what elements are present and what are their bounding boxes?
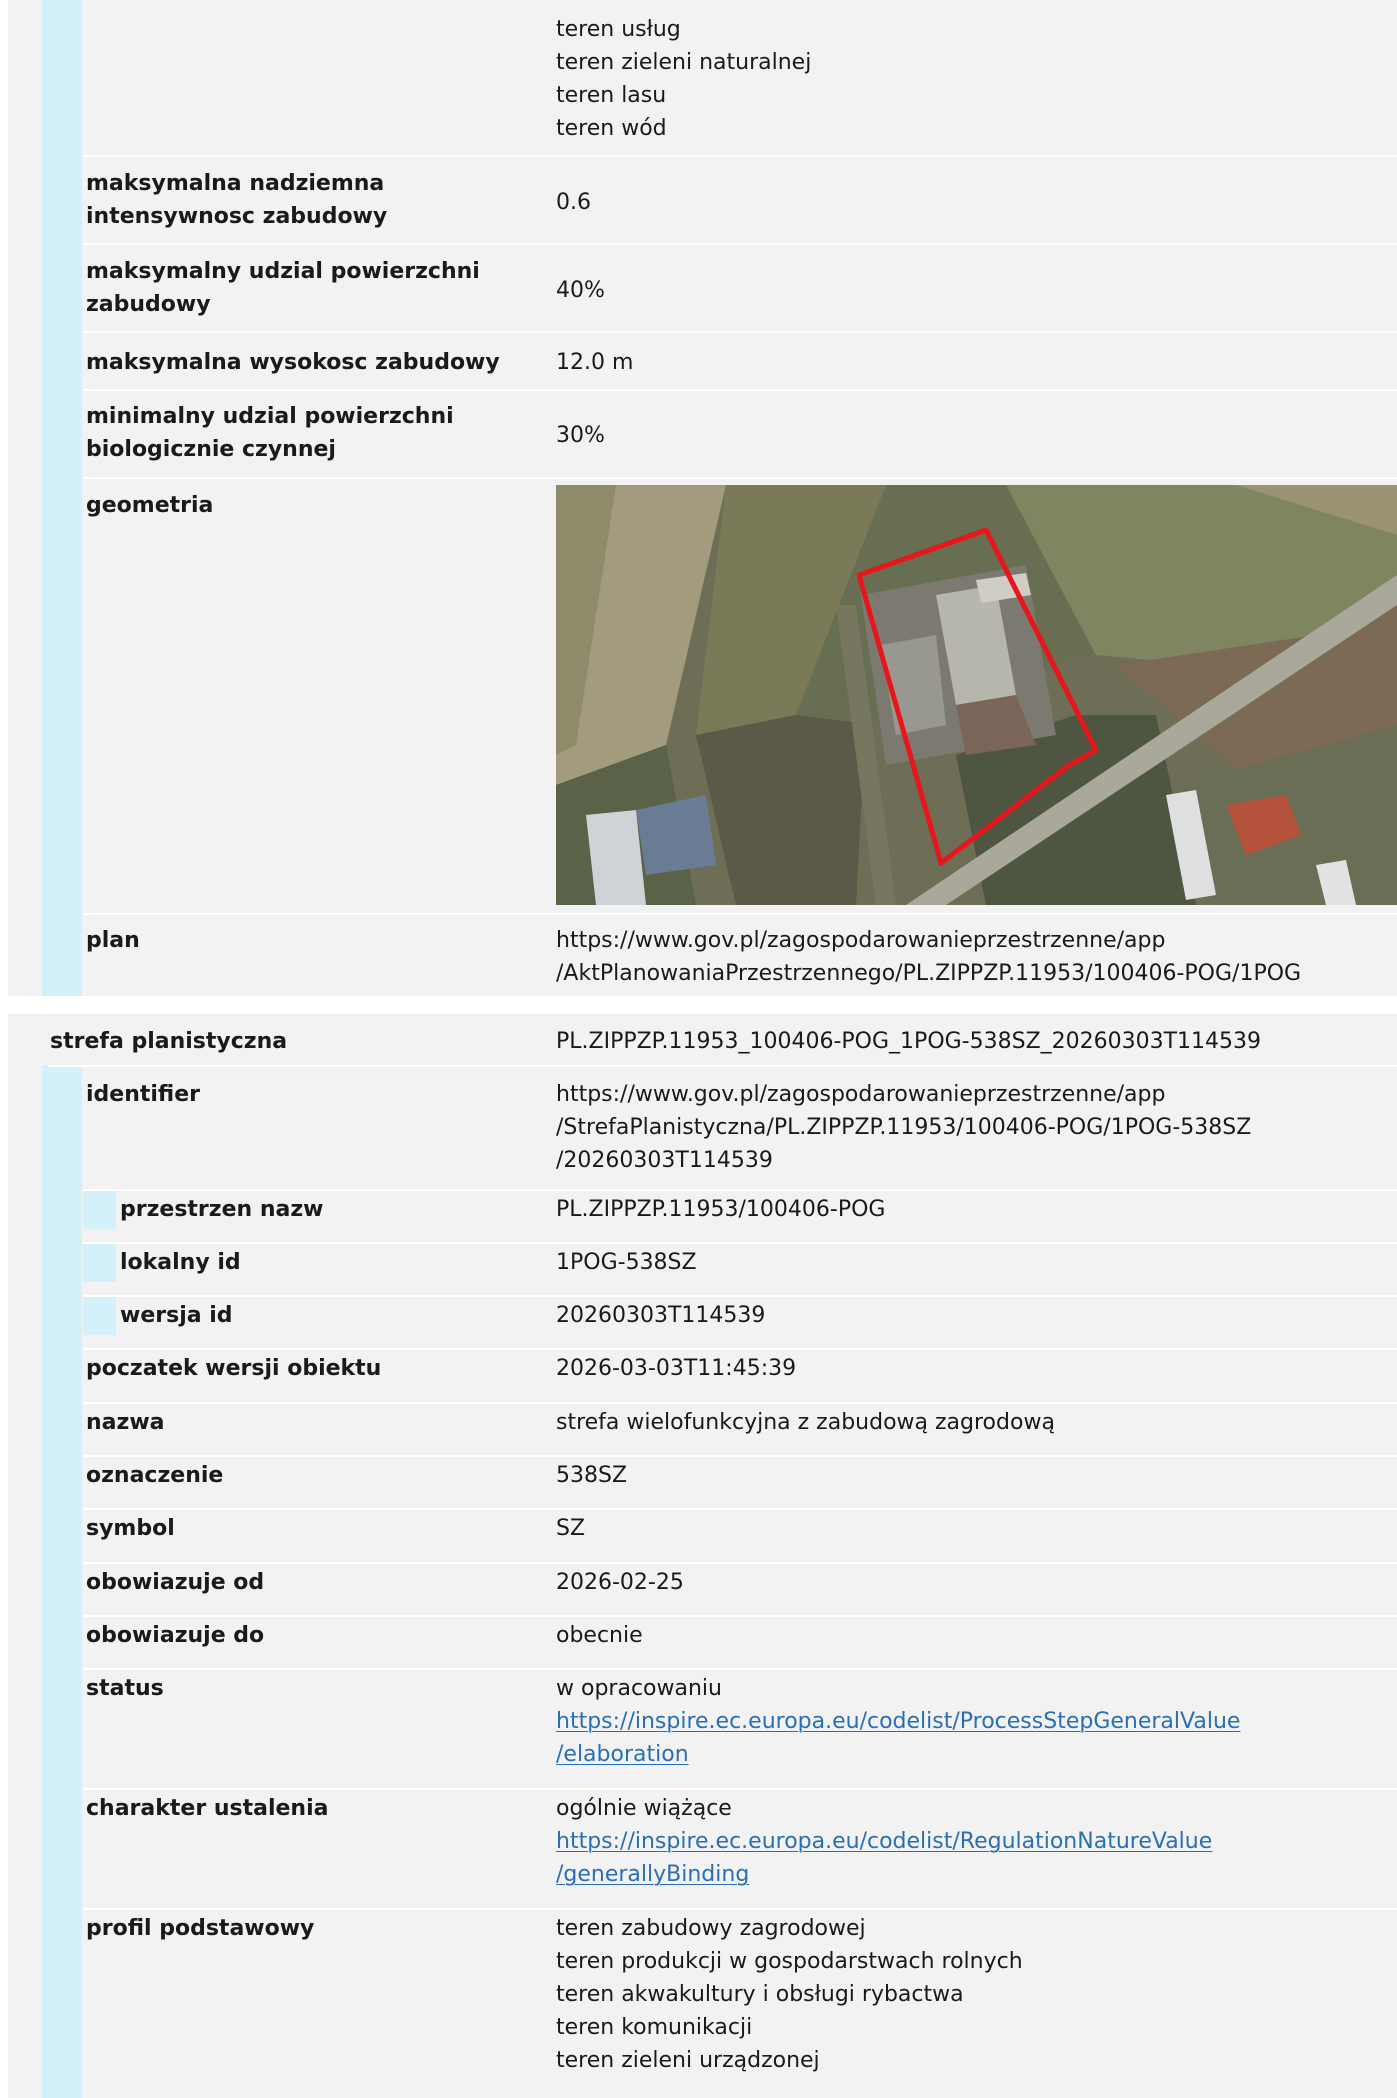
- profil-label: profil podstawowy: [86, 1916, 315, 1941]
- regulation-codelist-link[interactable]: https://inspire.ec.europa.eu/codelist/Re…: [556, 1829, 1212, 1854]
- identifier-line: /StrefaPlanistyczna/PL.ZIPPZP.11953/1004…: [556, 1115, 1252, 1140]
- identifier-line: https://www.gov.pl/zagospodarowanieprzes…: [556, 1082, 1166, 1107]
- attr-label: nazwa: [86, 1410, 165, 1435]
- indent-stripe: [42, 0, 82, 996]
- attr-value: 2026-03-03T11:45:39: [556, 1356, 797, 1381]
- list-item: teren zieleni naturalnej: [556, 50, 812, 75]
- attr-value: SZ: [556, 1516, 586, 1541]
- plan-label: plan: [86, 928, 140, 953]
- attr-label: obowiazuje do: [86, 1623, 265, 1648]
- sub-attr-value: 1POG-538SZ: [556, 1250, 697, 1275]
- profil-values: teren zabudowy zagrodowej teren produkcj…: [556, 1912, 1023, 2077]
- attr-label: minimalny udzial powierzchni biologiczni…: [86, 404, 454, 462]
- regulation-codelist-link-cont[interactable]: /generallyBinding: [556, 1862, 749, 1887]
- list-item: teren akwakultury i obsługi rybactwa: [556, 1982, 964, 2007]
- attr-label: oznaczenie: [86, 1463, 224, 1488]
- attr-label: obowiazuje od: [86, 1570, 265, 1595]
- charakter-label: charakter ustalenia: [86, 1796, 329, 1821]
- status-codelist-link[interactable]: https://inspire.ec.europa.eu/codelist/Pr…: [556, 1709, 1240, 1734]
- sub-attr-label: przestrzen nazw: [120, 1197, 324, 1222]
- sub-indent-stripe: [83, 1191, 116, 1229]
- status-text: w opracowaniu: [556, 1676, 722, 1701]
- list-item: teren komunikacji: [556, 2015, 753, 2040]
- attr-label: maksymalna wysokosc zabudowy: [86, 350, 500, 375]
- attr-label: maksymalny udzial powierzchni zabudowy: [86, 259, 480, 317]
- sub-indent-stripe: [83, 1297, 116, 1335]
- sub-attr-value: 20260303T114539: [556, 1303, 766, 1328]
- attr-value: 30%: [556, 423, 605, 448]
- feature-block-2: strefa planistyczna PL.ZIPPZP.11953_1004…: [8, 1014, 1397, 2098]
- identifier-value: https://www.gov.pl/zagospodarowanieprzes…: [556, 1078, 1251, 1177]
- sub-attr-value: PL.ZIPPZP.11953/100406-POG: [556, 1197, 886, 1222]
- list-item: teren produkcji w gospodarstwach rolnych: [556, 1949, 1023, 1974]
- geometry-map-image[interactable]: [556, 485, 1397, 905]
- plan-value-line: https://www.gov.pl/zagospodarowanieprzes…: [556, 928, 1166, 953]
- list-item: teren lasu: [556, 83, 667, 108]
- attr-value: 538SZ: [556, 1463, 628, 1488]
- list-item: teren usług: [556, 17, 681, 42]
- plan-value: https://www.gov.pl/zagospodarowanieprzes…: [556, 924, 1301, 990]
- plan-value-line: /AktPlanowaniaPrzestrzennego/PL.ZIPPZP.1…: [556, 961, 1302, 986]
- sub-attr-label: wersja id: [120, 1303, 233, 1328]
- attr-label: maksymalna nadziemna intensywnosc zabudo…: [86, 171, 388, 229]
- attr-value: 2026-02-25: [556, 1570, 684, 1595]
- charakter-text: ogólnie wiążące: [556, 1796, 732, 1821]
- strefa-planistyczna-value: PL.ZIPPZP.11953_100406-POG_1POG-538SZ_20…: [556, 1029, 1262, 1054]
- attr-label: symbol: [86, 1516, 175, 1541]
- strefa-planistyczna-label: strefa planistyczna: [50, 1029, 288, 1054]
- attr-value: 0.6: [556, 190, 591, 215]
- status-value: w opracowaniu https://inspire.ec.europa.…: [556, 1672, 1240, 1771]
- sub-attr-label: lokalny id: [120, 1250, 241, 1275]
- indent-stripe: [42, 1065, 82, 2098]
- identifier-line: /20260303T114539: [556, 1148, 773, 1173]
- sub-indent-stripe: [83, 1244, 116, 1282]
- geometria-label: geometria: [86, 493, 214, 518]
- attr-value: 40%: [556, 278, 605, 303]
- attr-value: obecnie: [556, 1623, 643, 1648]
- attr-value: strefa wielofunkcyjna z zabudową zagrodo…: [556, 1410, 1055, 1435]
- list-item: teren wód: [556, 116, 667, 141]
- list-item: teren zabudowy zagrodowej: [556, 1916, 866, 1941]
- status-codelist-link-cont[interactable]: /elaboration: [556, 1742, 689, 1767]
- attr-label: poczatek wersji obiektu: [86, 1356, 382, 1381]
- status-label: status: [86, 1676, 164, 1701]
- feature-list-values: teren usług teren zieleni naturalnej ter…: [556, 13, 811, 145]
- identifier-label: identifier: [86, 1082, 201, 1107]
- charakter-value: ogólnie wiążące https://inspire.ec.europ…: [556, 1792, 1212, 1891]
- list-item: teren zieleni urządzonej: [556, 2048, 820, 2073]
- attr-value: 12.0 m: [556, 350, 634, 375]
